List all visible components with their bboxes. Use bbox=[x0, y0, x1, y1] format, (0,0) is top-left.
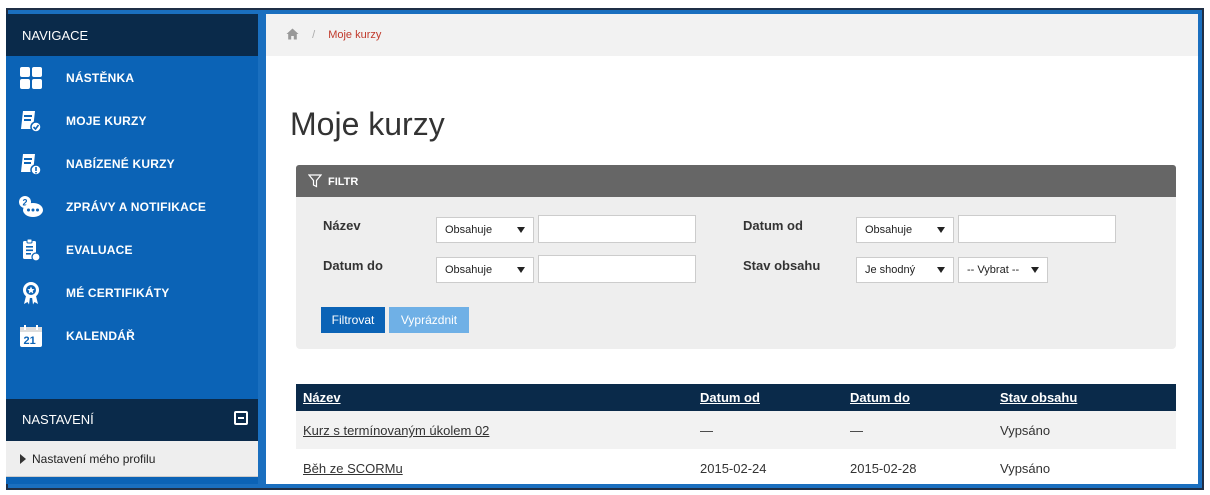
nav-list: NÁSTĚNKA MOJE KURZY NABÍZENÉ KURZY 2 ZPR… bbox=[6, 56, 258, 357]
sidebar-item-label: EVALUACE bbox=[66, 242, 133, 257]
sidebar-item-dashboard[interactable]: NÁSTĚNKA bbox=[6, 56, 258, 99]
filter-status-operator-select[interactable]: Je shodný bbox=[856, 257, 954, 283]
settings-item-label: Nastavení mého profilu bbox=[32, 452, 156, 466]
filter-status-value-select[interactable]: -- Vybrat -- bbox=[958, 257, 1048, 283]
sidebar-item-evaluation[interactable]: EVALUACE bbox=[6, 228, 258, 271]
table-cell-date-from: 2015-02-24 bbox=[700, 461, 767, 476]
select-value: Obsahuje bbox=[865, 224, 913, 236]
select-value: -- Vybrat -- bbox=[967, 264, 1020, 276]
settings-header[interactable]: NASTAVENÍ bbox=[6, 399, 258, 441]
offered-courses-icon bbox=[18, 151, 44, 177]
home-icon[interactable] bbox=[286, 28, 299, 43]
table-row: Běh ze SCORMu 2015-02-24 2015-02-28 Vyps… bbox=[296, 449, 1176, 487]
caret-right-icon bbox=[20, 454, 26, 464]
courses-table: Název Datum od Datum do Stav obsahu Kurz… bbox=[296, 384, 1176, 487]
sidebar-item-label: MOJE KURZY bbox=[66, 113, 147, 128]
calendar-day: 21 bbox=[24, 335, 36, 347]
table-cell-date-from: — bbox=[700, 423, 713, 438]
filter-name-input[interactable] bbox=[538, 215, 696, 243]
filter-button[interactable]: Filtrovat bbox=[321, 307, 385, 333]
table-cell-name: Běh ze SCORMu bbox=[296, 449, 700, 487]
filter-name-operator-select[interactable]: Obsahuje bbox=[436, 217, 534, 243]
table-row: Kurz s termínovaným úkolem 02 — — Vypsán… bbox=[296, 411, 1176, 449]
clear-button[interactable]: Vyprázdnit bbox=[389, 307, 469, 333]
course-link[interactable]: Běh ze SCORMu bbox=[303, 461, 403, 476]
filter-date-from-input[interactable] bbox=[958, 215, 1116, 243]
table-cell-status: Vypsáno bbox=[1000, 461, 1051, 476]
filter-date-to-operator-select[interactable]: Obsahuje bbox=[436, 257, 534, 283]
column-header-name[interactable]: Název bbox=[296, 384, 700, 411]
messages-icon: 2 bbox=[18, 194, 44, 220]
filter-title: FILTR bbox=[328, 176, 359, 188]
dropdown-arrow-icon bbox=[937, 227, 945, 233]
sidebar: NAVIGACE NÁSTĚNKA MOJE KURZY NABÍZENÉ KU… bbox=[6, 14, 258, 484]
dashboard-grid-icon bbox=[18, 65, 44, 91]
filter-date-to-input[interactable] bbox=[538, 255, 696, 283]
dropdown-arrow-icon bbox=[1031, 267, 1039, 273]
sidebar-item-label: NÁSTĚNKA bbox=[66, 70, 135, 85]
column-header-date-from[interactable]: Datum od bbox=[700, 384, 850, 411]
dropdown-arrow-icon bbox=[937, 267, 945, 273]
table-header: Název Datum od Datum do Stav obsahu bbox=[296, 384, 1176, 411]
sidebar-item-offered-courses[interactable]: NABÍZENÉ KURZY bbox=[6, 142, 258, 185]
dropdown-arrow-icon bbox=[517, 267, 525, 273]
main-content: / Moje kurzy Moje kurzy FILTR Název Obsa… bbox=[266, 14, 1198, 484]
page-title: Moje kurzy bbox=[290, 106, 445, 142]
dropdown-arrow-icon bbox=[517, 227, 525, 233]
filter-label-name: Název bbox=[323, 218, 361, 233]
sidebar-item-my-courses[interactable]: MOJE KURZY bbox=[6, 99, 258, 142]
settings-item-profile[interactable]: Nastavení mého profilu bbox=[6, 441, 258, 477]
sidebar-item-label: ZPRÁVY A NOTIFIKACE bbox=[66, 199, 207, 214]
table-cell-name: Kurz s termínovaným úkolem 02 bbox=[296, 411, 700, 449]
select-value: Obsahuje bbox=[445, 264, 493, 276]
sidebar-footer-strip bbox=[6, 477, 258, 484]
select-value: Obsahuje bbox=[445, 224, 493, 236]
sidebar-item-certificates[interactable]: MÉ CERTIFIKÁTY bbox=[6, 271, 258, 314]
breadcrumb-current: Moje kurzy bbox=[328, 29, 382, 41]
sidebar-item-label: NABÍZENÉ KURZY bbox=[66, 156, 175, 171]
sidebar-item-label: MÉ CERTIFIKÁTY bbox=[66, 285, 170, 300]
filter-label-status: Stav obsahu bbox=[743, 258, 821, 273]
collapse-icon[interactable] bbox=[234, 411, 248, 425]
column-header-status[interactable]: Stav obsahu bbox=[1000, 384, 1176, 411]
select-value: Je shodný bbox=[865, 264, 916, 276]
table-cell-date-to: — bbox=[850, 423, 863, 438]
filter-panel: FILTR Název Obsahuje Datum od Obsahuje D… bbox=[296, 165, 1176, 349]
filter-label-date-from: Datum od bbox=[743, 218, 803, 233]
column-header-date-to[interactable]: Datum do bbox=[850, 384, 1000, 411]
filter-header[interactable]: FILTR bbox=[296, 165, 1176, 197]
calendar-icon: 21 bbox=[18, 323, 44, 349]
breadcrumb: / Moje kurzy bbox=[266, 14, 1198, 56]
table-cell-status: Vypsáno bbox=[1000, 423, 1051, 438]
nav-title: NAVIGACE bbox=[6, 14, 258, 56]
table-cell-date-to: 2015-02-28 bbox=[850, 461, 917, 476]
evaluation-icon bbox=[18, 237, 44, 263]
course-link[interactable]: Kurz s termínovaným úkolem 02 bbox=[303, 423, 489, 438]
sidebar-item-label: KALENDÁŘ bbox=[66, 328, 135, 343]
filter-date-from-operator-select[interactable]: Obsahuje bbox=[856, 217, 954, 243]
funnel-icon bbox=[307, 174, 323, 188]
my-courses-icon bbox=[18, 108, 44, 134]
sidebar-item-messages[interactable]: 2 ZPRÁVY A NOTIFIKACE bbox=[6, 185, 258, 228]
certificate-icon bbox=[18, 280, 44, 306]
breadcrumb-separator: / bbox=[312, 29, 316, 41]
settings-title: NASTAVENÍ bbox=[22, 412, 94, 427]
sidebar-item-calendar[interactable]: 21 KALENDÁŘ bbox=[6, 314, 258, 357]
filter-label-date-to: Datum do bbox=[323, 258, 383, 273]
